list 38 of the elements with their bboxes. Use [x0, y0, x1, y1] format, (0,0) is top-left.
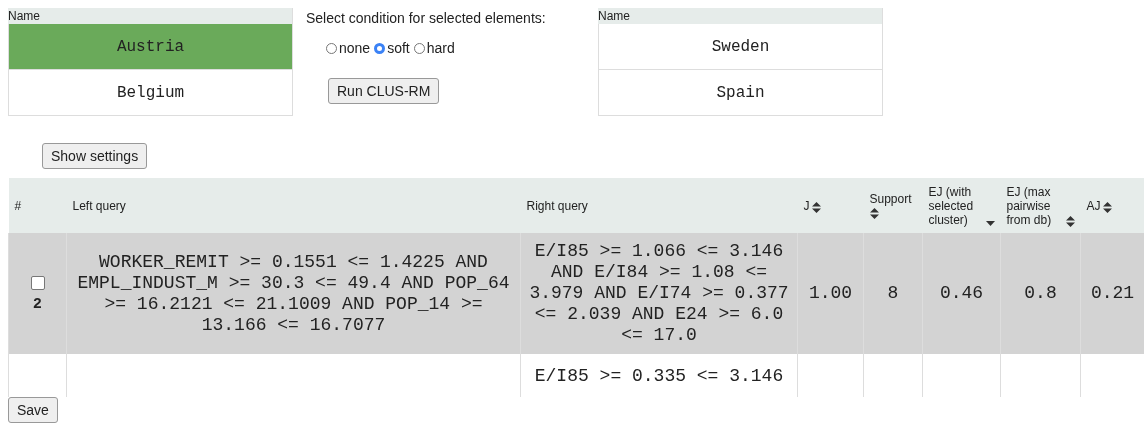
list-header: Name	[598, 8, 882, 24]
query-text: E/I85 >= 1.066 <= 3.146 AND E/I84 >= 1.08 <= 3.979 AND E/I74 >= 0.377 <= 2.039 AND E24 >= 6.0 <= 17.0	[529, 241, 789, 345]
query-text: WORKER_REMIT >= 0.1551 <= 1.4225 AND EMPL_INDUST_M >= 30.3 <= 49.4 AND POP_64 >= 16.2121 <= 21.1009 AND POP_14 >= 13.166 <= 16.7077	[77, 251, 510, 335]
radio-label[interactable]: none	[339, 40, 371, 56]
table-cell: 0.8	[1024, 283, 1057, 303]
list-item[interactable]: Austria	[8, 24, 292, 70]
column-header: Left query	[72, 198, 126, 213]
sort-icon[interactable]	[1102, 201, 1112, 213]
sort-icon[interactable]	[1065, 215, 1075, 227]
list-header: Name	[8, 8, 292, 24]
row-number: 2	[32, 294, 43, 311]
column-header: Right query	[526, 198, 588, 213]
table-cell: 0.21	[1090, 283, 1135, 303]
radio-button[interactable]	[413, 42, 425, 54]
list-item[interactable]: Spain	[598, 70, 882, 116]
radio-label[interactable]: hard	[426, 40, 455, 56]
sort-icon[interactable]	[869, 208, 879, 219]
table-cell: 8	[887, 283, 899, 303]
column-header[interactable]: AJ	[1086, 198, 1101, 213]
table-cell: 0.46	[939, 283, 984, 303]
condition-label: Select condition for selected elements:	[306, 10, 546, 26]
table-cell: 1.00	[808, 283, 853, 303]
column-header: #	[14, 198, 22, 213]
column-header[interactable]: J	[803, 198, 810, 213]
table-row[interactable]	[8, 233, 1144, 354]
sort-descending-icon[interactable]	[985, 220, 995, 227]
show-settings-button[interactable]: Show settings	[42, 143, 148, 169]
radio-button[interactable]	[374, 42, 386, 54]
radio-button[interactable]	[326, 42, 337, 54]
column-header[interactable]: Support	[869, 192, 912, 206]
list-item[interactable]: Belgium	[8, 70, 292, 116]
sort-icon[interactable]	[811, 201, 821, 213]
save-button[interactable]: Save	[8, 397, 58, 423]
radio-label[interactable]: soft	[387, 40, 410, 56]
list-item[interactable]: Sweden	[598, 24, 882, 70]
query-text: E/I85 >= 0.335 <= 3.146	[534, 366, 784, 386]
row-checkbox[interactable]	[30, 276, 45, 290]
run-button[interactable]: Run CLUS-RM	[328, 78, 440, 104]
